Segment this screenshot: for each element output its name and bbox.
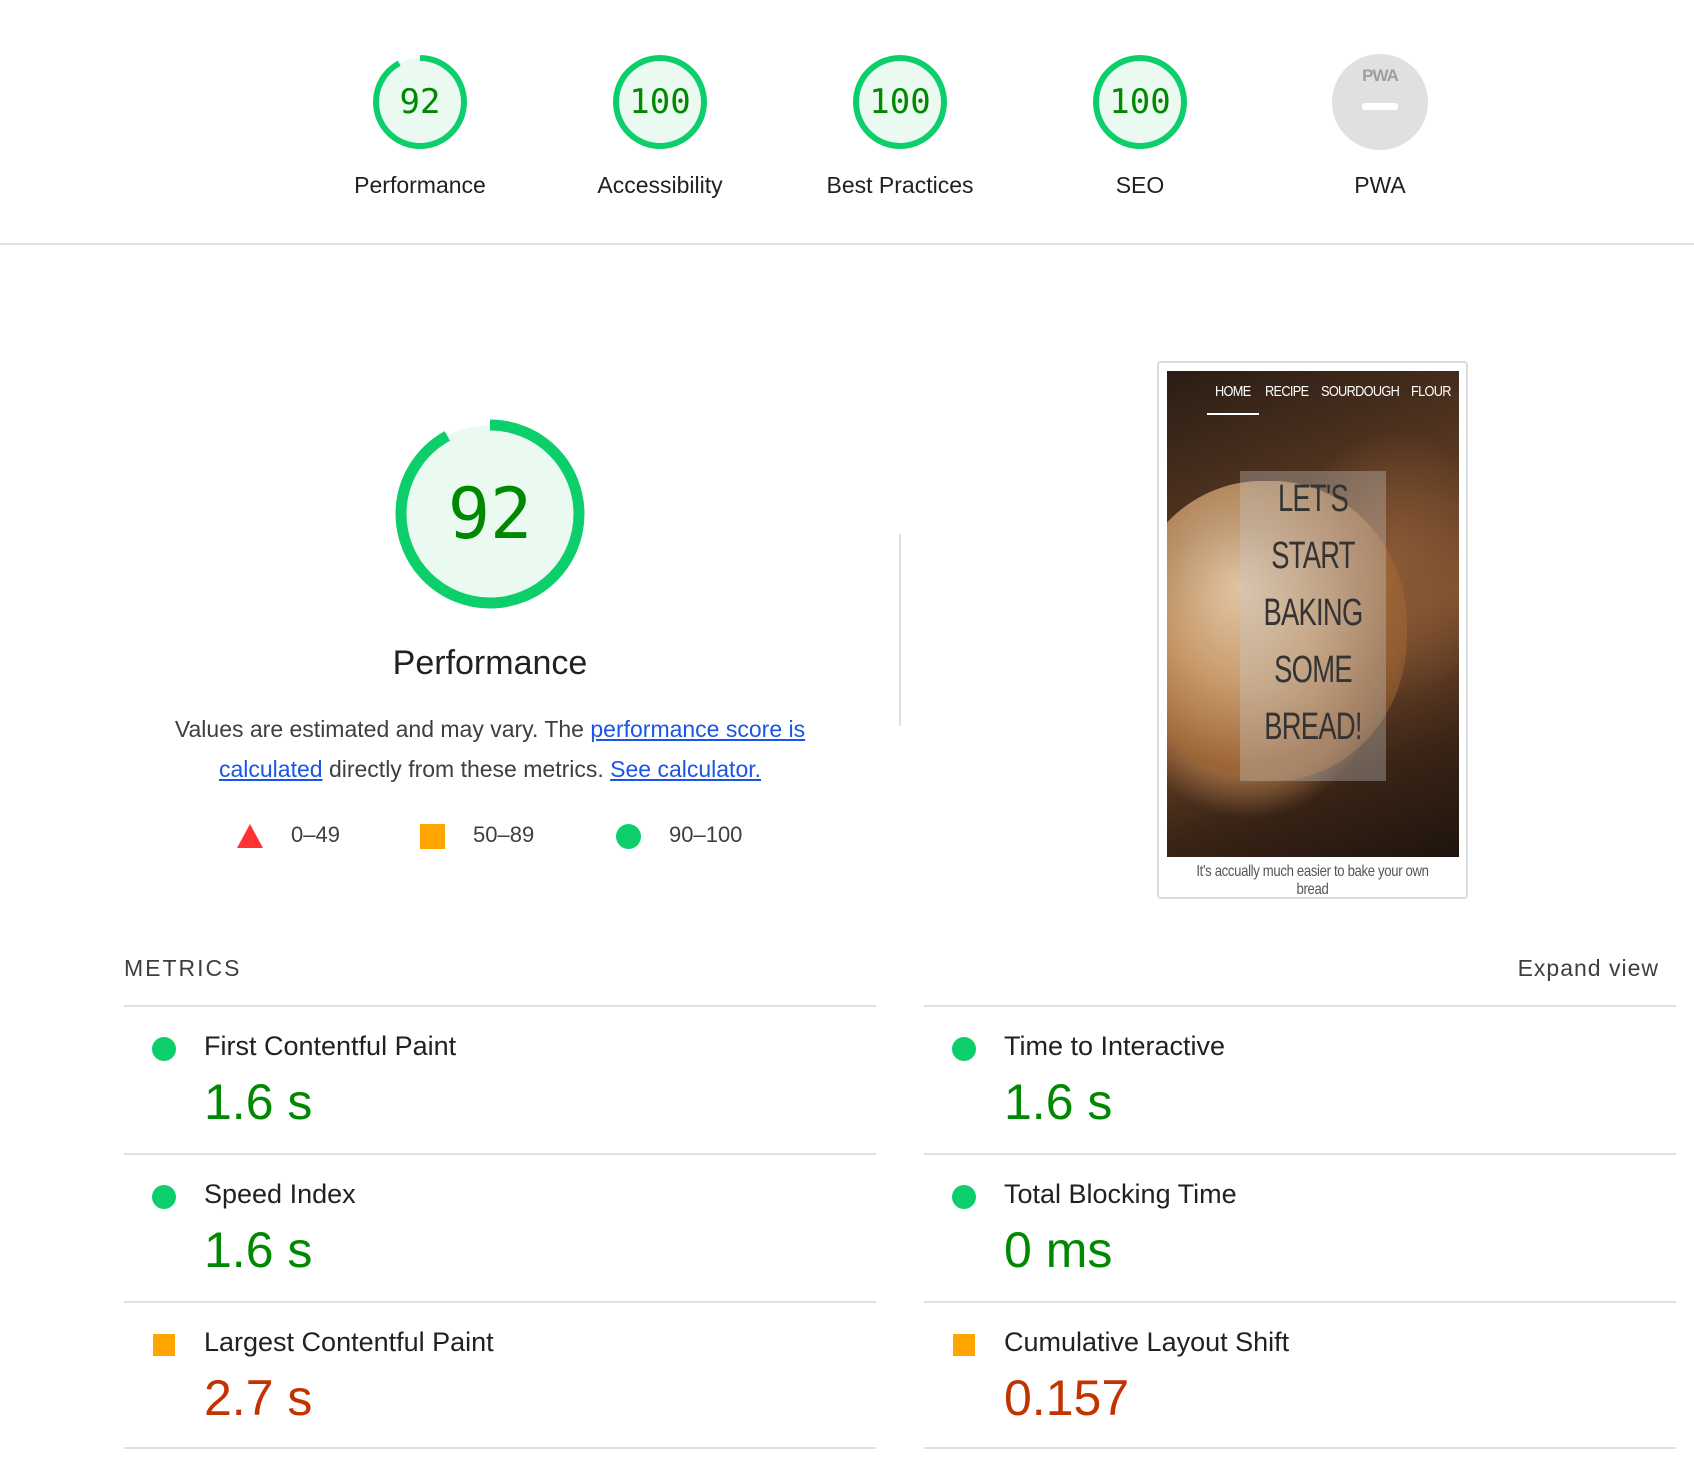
green-circle-icon bbox=[616, 823, 641, 849]
gauge-pwa[interactable]: PWA PWA bbox=[1260, 52, 1500, 199]
pwa-badge-text: PWA bbox=[1362, 66, 1399, 85]
metric-name: Largest Contentful Paint bbox=[204, 1327, 494, 1357]
metric-value: 1.6 s bbox=[204, 1074, 313, 1130]
pass-circle-icon bbox=[952, 1185, 976, 1209]
gauge-best-practices[interactable]: 100 Best Practices bbox=[780, 52, 1020, 199]
metric-value: 2.7 s bbox=[204, 1370, 313, 1426]
average-square-icon bbox=[953, 1334, 975, 1356]
metric-first-contentful-paint[interactable]: First Contentful Paint 1.6 s bbox=[124, 1005, 876, 1153]
legend-fail: 0–49 bbox=[237, 815, 340, 855]
metrics-header: METRICS bbox=[124, 955, 242, 981]
expand-view-toggle[interactable]: Expand view bbox=[1518, 955, 1659, 982]
pass-circle-icon bbox=[952, 1037, 976, 1061]
metric-name: Total Blocking Time bbox=[1004, 1179, 1237, 1209]
screenshot-hero-line: BAKING bbox=[1263, 592, 1363, 634]
final-screenshot[interactable]: HOME RECIPE SOURDOUGH FLOUR LET'S START … bbox=[1157, 361, 1468, 899]
legend-fail-range: 0–49 bbox=[291, 822, 340, 847]
metric-cumulative-layout-shift[interactable]: Cumulative Layout Shift 0.157 bbox=[924, 1301, 1676, 1449]
screenshot-hero-line: START bbox=[1271, 535, 1355, 577]
performance-score-large: 92 bbox=[447, 473, 533, 555]
metric-name: Time to Interactive bbox=[1004, 1031, 1226, 1061]
pwa-na-dash-icon bbox=[1362, 103, 1398, 110]
metric-name: First Contentful Paint bbox=[204, 1031, 457, 1061]
gauge-accessibility-label: Accessibility bbox=[597, 172, 723, 198]
screenshot-hero-box: LET'S START BAKING SOME BREAD! bbox=[1240, 471, 1386, 781]
vertical-divider bbox=[899, 534, 901, 726]
performance-desc-text-2: directly from these metrics. bbox=[322, 756, 611, 782]
performance-gauge-large: 92 bbox=[390, 414, 590, 614]
screenshot-bread-image: HOME RECIPE SOURDOUGH FLOUR LET'S START … bbox=[1167, 371, 1459, 857]
pass-circle-icon bbox=[152, 1185, 176, 1209]
gauge-performance-score: 92 bbox=[399, 82, 441, 122]
metric-time-to-interactive[interactable]: Time to Interactive 1.6 s bbox=[924, 1005, 1676, 1153]
gauge-performance[interactable]: 92 Performance bbox=[300, 52, 540, 199]
performance-summary: 92 Performance Values are estimated and … bbox=[120, 390, 860, 789]
pass-circle-icon bbox=[152, 1037, 176, 1061]
gauge-seo[interactable]: 100 SEO bbox=[1020, 52, 1260, 199]
average-square-icon bbox=[153, 1334, 175, 1356]
screenshot-nav-item: FLOUR bbox=[1411, 383, 1451, 400]
red-triangle-icon bbox=[237, 824, 263, 849]
screenshot-nav-item: SOURDOUGH bbox=[1321, 383, 1400, 400]
screenshot-nav-underline bbox=[1207, 413, 1259, 415]
metric-largest-contentful-paint[interactable]: Largest Contentful Paint 2.7 s bbox=[124, 1301, 876, 1449]
gauge-accessibility[interactable]: 100 Accessibility bbox=[540, 52, 780, 199]
metric-total-blocking-time[interactable]: Total Blocking Time 0 ms bbox=[924, 1153, 1676, 1301]
score-summary-bar: 92 Performance 100 Accessibility 100 Bes… bbox=[0, 0, 1694, 245]
performance-desc-text: Values are estimated and may vary. The bbox=[174, 716, 591, 742]
gauge-seo-score: 100 bbox=[1109, 82, 1171, 122]
legend-pass: 90–100 bbox=[616, 815, 742, 855]
legend-average-range: 50–89 bbox=[473, 822, 535, 847]
gauge-performance-label: Performance bbox=[354, 172, 486, 198]
metric-name: Speed Index bbox=[204, 1179, 356, 1209]
legend-pass-range: 90–100 bbox=[669, 822, 743, 847]
metric-value: 0 ms bbox=[1004, 1222, 1113, 1278]
performance-description: Values are estimated and may vary. The p… bbox=[150, 709, 830, 789]
gauge-accessibility-score: 100 bbox=[629, 82, 691, 122]
metric-value: 0.157 bbox=[1004, 1370, 1130, 1426]
metric-name: Cumulative Layout Shift bbox=[1004, 1327, 1290, 1357]
legend-average: 50–89 bbox=[420, 815, 534, 855]
metric-value: 1.6 s bbox=[204, 1222, 313, 1278]
performance-title: Performance bbox=[392, 644, 588, 682]
screenshot-nav-item: HOME bbox=[1215, 383, 1251, 400]
gauge-best-practices-score: 100 bbox=[869, 82, 931, 122]
screenshot-hero-line: LET'S bbox=[1277, 478, 1349, 520]
metric-value: 1.6 s bbox=[1004, 1074, 1113, 1130]
gauge-pwa-label: PWA bbox=[1354, 172, 1406, 198]
see-calculator-link[interactable]: See calculator. bbox=[610, 756, 761, 782]
screenshot-nav-item: RECIPE bbox=[1265, 383, 1309, 400]
screenshot-hero-line: SOME bbox=[1274, 649, 1352, 691]
gauge-best-practices-label: Best Practices bbox=[826, 172, 974, 198]
orange-square-icon bbox=[420, 823, 445, 849]
screenshot-hero-line: BREAD! bbox=[1264, 706, 1362, 748]
metric-speed-index[interactable]: Speed Index 1.6 s bbox=[124, 1153, 876, 1301]
screenshot-caption: It's accually much easier to bake your o… bbox=[1196, 863, 1429, 898]
gauge-seo-label: SEO bbox=[1115, 172, 1165, 198]
screenshot-nav: HOME RECIPE SOURDOUGH FLOUR bbox=[1167, 383, 1459, 423]
